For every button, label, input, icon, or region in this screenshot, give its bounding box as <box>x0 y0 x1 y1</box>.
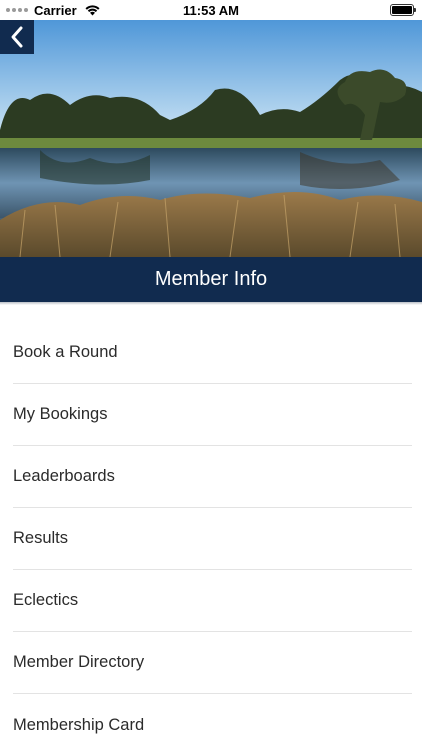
back-button[interactable] <box>0 20 34 54</box>
page-title-bar: Member Info <box>0 257 422 302</box>
menu-item-my-bookings[interactable]: My Bookings <box>13 384 412 446</box>
menu-item-label: Leaderboards <box>13 467 115 485</box>
menu-item-label: Member Directory <box>13 653 145 671</box>
menu-item-label: Results <box>13 529 69 547</box>
menu-item-label: Eclectics <box>13 591 79 609</box>
menu-item-leaderboards[interactable]: Leaderboards <box>13 446 412 508</box>
menu-item-membership-card[interactable]: Membership Card <box>13 694 412 750</box>
member-menu: Book a Round My Bookings Leaderboards Re… <box>0 322 422 750</box>
menu-item-eclectics[interactable]: Eclectics <box>13 570 412 632</box>
menu-item-member-directory[interactable]: Member Directory <box>13 632 412 694</box>
menu-item-label: Membership Card <box>13 715 145 734</box>
status-time: 11:53 AM <box>183 3 239 18</box>
menu-item-label: My Bookings <box>13 405 108 423</box>
landscape-photo <box>0 20 422 257</box>
menu-item-label: Book a Round <box>13 343 118 361</box>
page-title: Member Info <box>154 268 268 290</box>
menu-item-results[interactable]: Results <box>13 508 412 570</box>
title-shadow <box>0 302 422 305</box>
hero-image <box>0 20 422 257</box>
menu-item-book-a-round[interactable]: Book a Round <box>13 322 412 384</box>
battery-icon <box>390 4 416 16</box>
status-bar: Carrier 11:53 AM <box>0 0 422 20</box>
chevron-left-icon <box>11 26 23 48</box>
